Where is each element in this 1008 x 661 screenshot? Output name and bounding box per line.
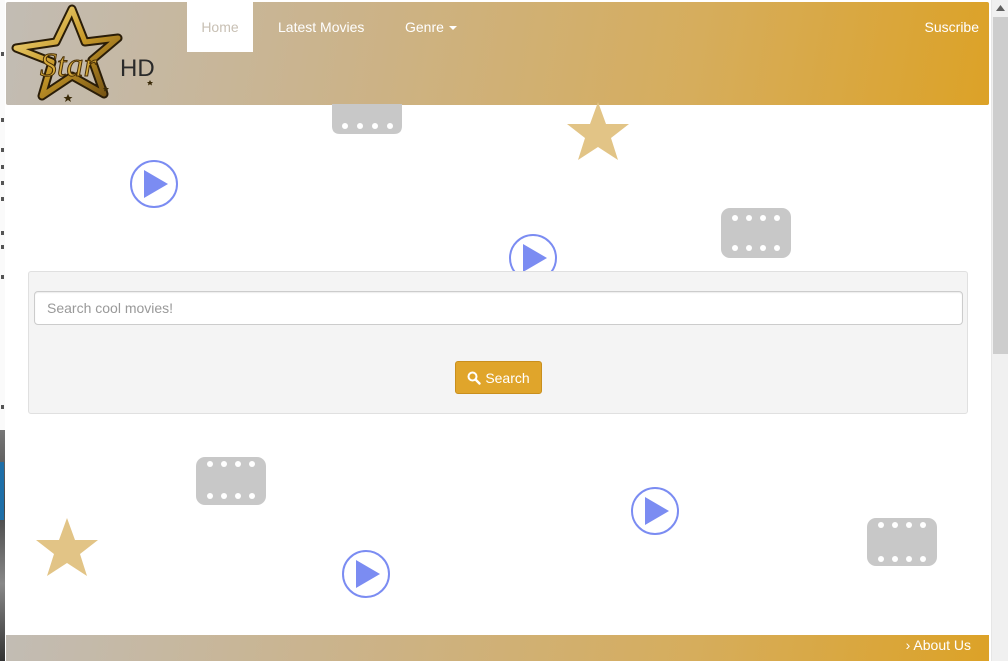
scrollbar-thumb[interactable] (993, 17, 1008, 354)
footer-bar: › About Us (6, 635, 989, 661)
top-navbar: Star HD Home Latest Movies Genre Suscrib… (6, 2, 989, 105)
background-window-edge (0, 0, 5, 661)
star-logo-icon: Star HD (11, 4, 155, 102)
search-input[interactable] (34, 291, 963, 325)
play-icon (631, 487, 679, 535)
nav-home[interactable]: Home (187, 2, 253, 52)
nav-genre-label: Genre (405, 19, 444, 35)
page-scrollbar[interactable] (991, 0, 1008, 661)
svg-text:Star: Star (40, 47, 97, 84)
nav-genre-dropdown[interactable]: Genre (390, 2, 472, 52)
search-panel: Search (28, 271, 968, 414)
play-icon (130, 160, 178, 208)
site-logo[interactable]: Star HD (10, 4, 160, 104)
nav-subscribe[interactable]: Suscribe (910, 2, 994, 52)
star-icon (567, 102, 629, 160)
footer-about-us-link[interactable]: › About Us (906, 637, 971, 653)
search-button[interactable]: Search (455, 361, 542, 394)
search-icon (467, 371, 482, 385)
film-strip-icon (196, 457, 266, 505)
film-strip-icon (867, 518, 937, 566)
caret-down-icon (448, 26, 457, 31)
scroll-up-arrow-icon[interactable] (992, 0, 1008, 17)
svg-text:HD: HD (120, 55, 155, 82)
play-icon (509, 234, 557, 272)
nav-latest-movies[interactable]: Latest Movies (263, 2, 379, 52)
film-strip-icon (332, 104, 402, 134)
search-button-label: Search (485, 369, 530, 386)
film-strip-icon (721, 208, 791, 258)
play-icon (342, 550, 390, 598)
star-icon (36, 518, 98, 576)
